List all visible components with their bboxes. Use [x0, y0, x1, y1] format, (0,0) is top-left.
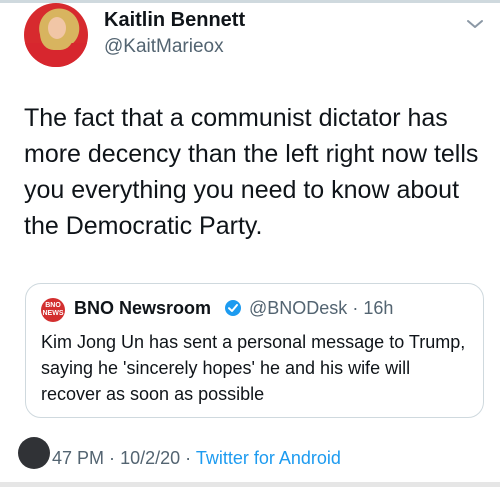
quoted-time[interactable]: 16h	[363, 298, 393, 318]
quoted-meta: @BNODesk · 16h	[249, 298, 393, 319]
chevron-down-icon[interactable]	[466, 18, 484, 30]
accessibility-icon[interactable]	[18, 437, 50, 469]
avatar-face	[48, 17, 66, 39]
footer-separator-2: ·	[185, 448, 192, 468]
footer-date[interactable]: 10/2/20	[120, 448, 180, 468]
tweet-footer: 47 PM · 10/2/20 · Twitter for Android	[52, 448, 341, 469]
tweet-text: The fact that a communist dictator has m…	[24, 104, 479, 240]
author-handle[interactable]: @KaitMarieox	[104, 36, 224, 58]
top-divider	[0, 0, 500, 3]
verified-badge-icon	[225, 300, 241, 316]
footer-source[interactable]: Twitter for Android	[196, 448, 341, 468]
quoted-separator: ·	[352, 298, 359, 318]
quoted-handle[interactable]: @BNODesk	[249, 298, 347, 318]
quoted-author-name[interactable]: BNO Newsroom	[74, 298, 211, 319]
avatar[interactable]	[24, 3, 88, 67]
footer-separator-1: ·	[109, 448, 116, 468]
quoted-text: Kim Jong Un has sent a personal message …	[41, 332, 466, 404]
author-name[interactable]: Kaitlin Bennett	[104, 9, 245, 32]
footer-time[interactable]: 47 PM	[52, 448, 104, 468]
bno-logo: BNO NEWS	[41, 298, 65, 322]
quoted-tweet[interactable]: BNO NEWS BNO Newsroom @BNODesk · 16h Kim…	[25, 283, 484, 418]
bottom-divider	[0, 482, 500, 487]
